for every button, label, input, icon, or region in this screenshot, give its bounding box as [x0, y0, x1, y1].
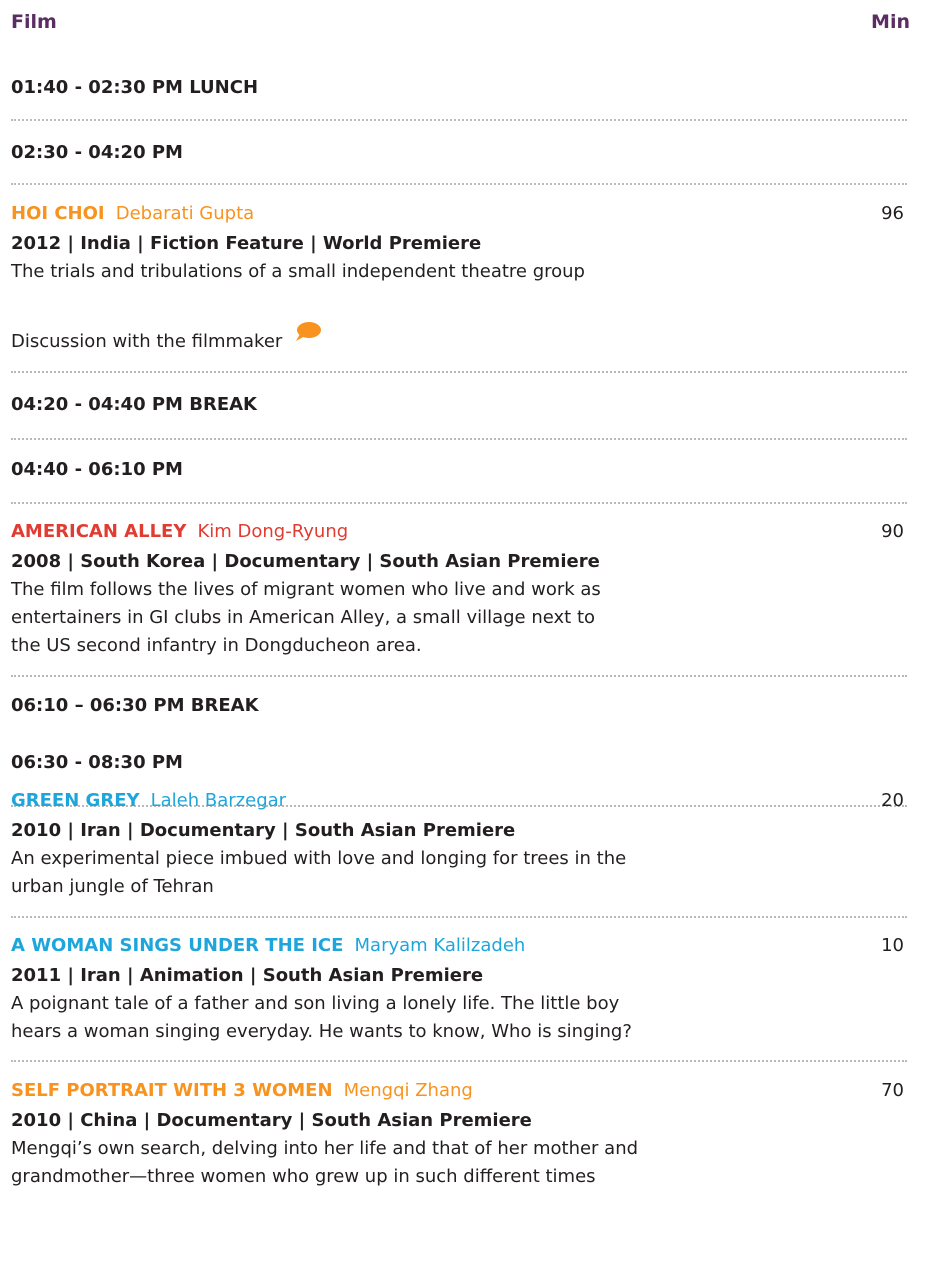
time-slot-lunch: 01:40 - 02:30 PM LUNCH [11, 77, 259, 98]
film-description: the US second infantry in Dongducheon ar… [11, 635, 422, 656]
film-title: GREEN GREY [11, 790, 140, 811]
film-heading: GREEN GREY Laleh Barzegar [11, 790, 286, 811]
film-description: grandmother—three women who grew up in s… [11, 1166, 596, 1187]
film-director: Kim Dong-Ryung [197, 521, 349, 542]
film-description: The film follows the lives of migrant wo… [11, 579, 601, 600]
divider [11, 438, 907, 440]
film-heading: A WOMAN SINGS UNDER THE ICE Maryam Kalil… [11, 935, 525, 956]
film-title: HOI CHOI [11, 203, 105, 224]
time-slot: 06:30 - 08:30 PM [11, 752, 183, 773]
film-description: Mengqi’s own search, delving into her li… [11, 1138, 639, 1159]
time-slot: 04:40 - 06:10 PM [11, 459, 183, 480]
discussion-label: Discussion with the filmmaker [11, 331, 283, 352]
film-meta: 2010 | China | Documentary | South Asian… [11, 1110, 532, 1131]
film-meta: 2008 | South Korea | Documentary | South… [11, 551, 600, 572]
film-meta: 2011 | Iran | Animation | South Asian Pr… [11, 965, 484, 986]
time-slot: 02:30 - 04:20 PM [11, 142, 183, 163]
film-description: urban jungle of Tehran [11, 876, 214, 897]
film-minutes: 70 [881, 1080, 904, 1101]
film-heading: HOI CHOI Debarati Gupta [11, 203, 254, 224]
film-director: Laleh Barzegar [150, 790, 287, 811]
film-description: A poignant tale of a father and son livi… [11, 993, 620, 1014]
schedule-page: Film Min 01:40 - 02:30 PM LUNCH 02:30 - … [0, 0, 938, 1285]
divider [11, 119, 907, 121]
divider [11, 1060, 907, 1062]
time-slot-break: 06:10 – 06:30 PM BREAK [11, 695, 259, 716]
speech-bubble-icon [294, 321, 322, 350]
film-minutes: 10 [881, 935, 904, 956]
film-minutes: 20 [881, 790, 904, 811]
film-title: SELF PORTRAIT WITH 3 WOMEN [11, 1080, 333, 1101]
film-minutes: 90 [881, 521, 904, 542]
film-heading: AMERICAN ALLEY Kim Dong-Ryung [11, 521, 348, 542]
time-slot-break: 04:20 - 04:40 PM BREAK [11, 394, 257, 415]
min-column-header: Min [871, 11, 910, 33]
film-description: entertainers in GI clubs in American All… [11, 607, 596, 628]
film-director: Debarati Gupta [115, 203, 255, 224]
film-director: Maryam Kalilzadeh [354, 935, 526, 956]
divider [11, 916, 907, 918]
divider [11, 675, 907, 677]
divider [11, 183, 907, 185]
film-heading: SELF PORTRAIT WITH 3 WOMEN Mengqi Zhang [11, 1080, 473, 1101]
discussion-note: Discussion with the filmmaker [11, 322, 322, 354]
film-meta: 2012 | India | Fiction Feature | World P… [11, 233, 482, 254]
film-title: AMERICAN ALLEY [11, 521, 187, 542]
film-meta: 2010 | Iran | Documentary | South Asian … [11, 820, 516, 841]
film-director: Mengqi Zhang [343, 1080, 473, 1101]
film-column-header: Film [11, 11, 57, 33]
film-title: A WOMAN SINGS UNDER THE ICE [11, 935, 344, 956]
divider [11, 502, 907, 504]
film-description: hears a woman singing everyday. He wants… [11, 1021, 632, 1042]
film-description: An experimental piece imbued with love a… [11, 848, 627, 869]
film-description: The trials and tribulations of a small i… [11, 261, 585, 282]
divider [11, 371, 907, 373]
film-minutes: 96 [881, 203, 904, 224]
